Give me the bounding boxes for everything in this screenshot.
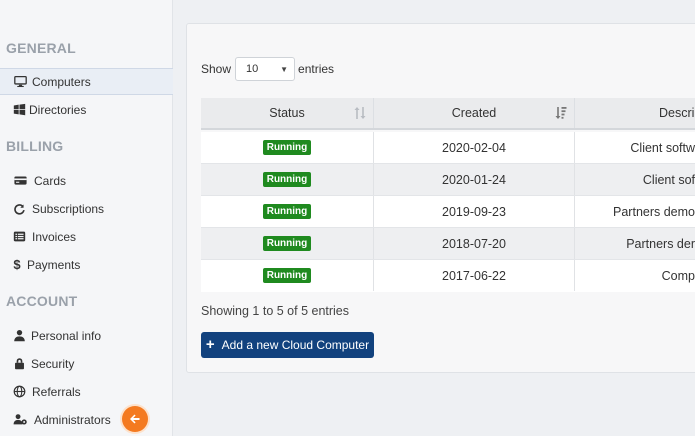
sort-descending-icon (555, 107, 567, 119)
created-cell: 2017-06-22 (374, 260, 575, 291)
page-length-control: Show 10 ▼ entries (201, 57, 334, 81)
windows-icon (12, 103, 26, 117)
created-cell: 2020-02-04 (374, 132, 575, 163)
sidebar-item-label: Directories (29, 102, 87, 117)
sidebar-item-computers[interactable]: Computers (0, 68, 173, 95)
sidebar-item-label: Computers (32, 74, 91, 89)
table-row[interactable]: Running 2018-07-20 Partners der (201, 228, 695, 260)
status-badge: Running (262, 236, 312, 251)
chevron-down-icon: ▼ (280, 64, 289, 74)
dollar-icon: $ (13, 257, 21, 272)
status-badge: Running (262, 140, 312, 155)
section-title-billing: BILLING (6, 138, 64, 154)
column-header-label: Descri (659, 106, 695, 120)
list-icon (12, 230, 26, 244)
section-title-account: ACCOUNT (6, 293, 78, 309)
sidebar-item-label: Subscriptions (32, 201, 105, 216)
user-icon (12, 329, 26, 343)
status-cell: Running (201, 260, 374, 291)
collapse-sidebar-button[interactable] (122, 406, 148, 432)
sidebar-item-security[interactable]: Security (0, 350, 173, 377)
refresh-icon (12, 202, 26, 216)
description-cell: Client softw (630, 140, 695, 155)
table-row[interactable]: Running 2019-09-23 Partners demo (201, 196, 695, 228)
status-cell: Running (201, 196, 374, 227)
sidebar-item-label: Invoices (32, 229, 77, 244)
sidebar-item-label: Referrals (32, 384, 81, 399)
status-badge: Running (262, 204, 312, 219)
column-header-label: Status (269, 106, 305, 120)
arrow-left-icon (130, 414, 140, 424)
monitor-icon (13, 75, 27, 89)
sidebar-item-invoices[interactable]: Invoices (0, 223, 173, 250)
globe-icon (12, 385, 26, 399)
section-title-general: GENERAL (6, 40, 76, 56)
add-cloud-computer-button[interactable]: + Add a new Cloud Computer (201, 332, 374, 358)
users-cog-icon (12, 413, 28, 427)
description-cell: Client sof (642, 172, 695, 187)
credit-card-icon (13, 174, 27, 188)
sidebar-item-label: Payments (27, 257, 81, 272)
table-info: Showing 1 to 5 of 5 entries (201, 304, 350, 318)
sidebar-item-label: Administrators (34, 412, 111, 427)
sidebar: GENERAL Computers Directories BILLING Ca… (0, 0, 173, 436)
sidebar-item-label: Security (31, 356, 75, 371)
column-header-description[interactable]: Descri (575, 98, 695, 128)
status-badge: Running (262, 172, 312, 187)
sidebar-item-directories[interactable]: Directories (0, 96, 173, 123)
entries-label: entries (298, 62, 335, 76)
page-length-value: 10 (246, 63, 259, 75)
description-cell: Partners der (626, 236, 695, 251)
table-row[interactable]: Running 2017-06-22 Comp (201, 260, 695, 292)
created-cell: 2019-09-23 (374, 196, 575, 227)
table-row[interactable]: Running 2020-02-04 Client softw (201, 132, 695, 164)
description-cell: Partners demo (613, 204, 695, 219)
sidebar-item-payments[interactable]: $ Payments (0, 251, 173, 278)
created-cell: 2020-01-24 (374, 164, 575, 195)
show-label: Show (201, 62, 232, 76)
table-row[interactable]: Running 2020-01-24 Client sof (201, 164, 695, 196)
table-header: Status Created Descri (201, 98, 695, 130)
lock-icon (12, 357, 26, 371)
plus-icon: + (205, 336, 215, 353)
status-cell: Running (201, 228, 374, 259)
sidebar-item-label: Personal info (31, 328, 102, 343)
column-header-status[interactable]: Status (201, 98, 374, 128)
column-header-created[interactable]: Created (374, 98, 575, 128)
column-header-label: Created (451, 106, 497, 120)
sidebar-item-referrals[interactable]: Referrals (0, 378, 173, 405)
add-button-label: Add a new Cloud Computer (221, 338, 370, 352)
status-cell: Running (201, 132, 374, 163)
sidebar-item-cards[interactable]: Cards (0, 167, 173, 194)
created-cell: 2018-07-20 (374, 228, 575, 259)
status-cell: Running (201, 164, 374, 195)
status-badge: Running (262, 268, 312, 283)
sidebar-item-label: Cards (34, 173, 67, 188)
sidebar-item-personal-info[interactable]: Personal info (0, 322, 173, 349)
page-length-select[interactable]: 10 ▼ (235, 57, 296, 81)
sidebar-item-subscriptions[interactable]: Subscriptions (0, 195, 173, 222)
sort-icon (354, 107, 366, 119)
description-cell: Comp (661, 268, 695, 283)
